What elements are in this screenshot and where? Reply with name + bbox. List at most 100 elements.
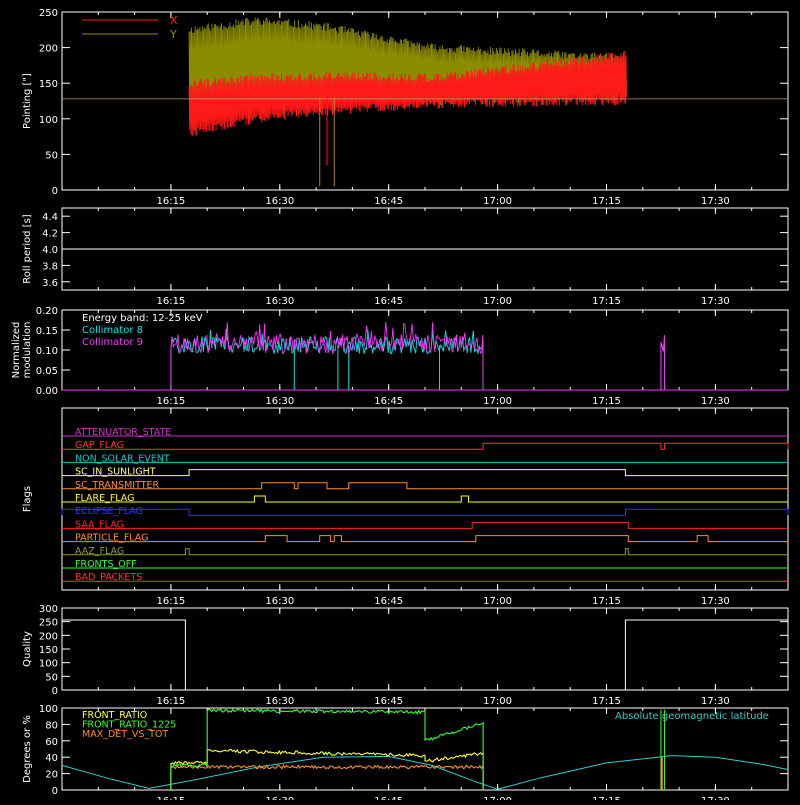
y-tick-label: 0 — [52, 186, 58, 197]
flag-trace-sc-transmitter — [62, 482, 788, 490]
panel-quality: 16:15 16:30 16:45 17:00 17:15 17:30 0 50 100 150 2… — [22, 604, 789, 707]
x-tick-label: 17:15 — [592, 396, 621, 407]
flag-trace-gap-flag — [62, 442, 789, 450]
flag-label-particle-flag: PARTICLE_FLAG — [75, 533, 148, 544]
flag-label-fronts-off: FRONTS_OFF — [75, 559, 137, 570]
x-tick-label: 16:15 — [156, 196, 185, 207]
flag-trace-eclipse-flag — [61, 508, 789, 516]
geomagnetic-latitude-label: Absolute geomagnetic latitude — [615, 711, 769, 722]
series-front-ratio — [170, 748, 484, 790]
energy-band-annotation: Energy band: 12-25 keV — [82, 313, 203, 324]
x-tick-label: 16:45 — [374, 796, 403, 800]
x-tick-label: 16:15 — [156, 296, 185, 307]
x-tick-label: 17:15 — [592, 296, 621, 307]
y-tick-label: 100 — [39, 115, 58, 126]
x-tick-label: 16:30 — [265, 396, 294, 407]
y-tick-label: 0.15 — [36, 326, 58, 337]
quicklook-svg: 16:15 16:30 16:45 17:00 17:15 17:30 0 50 100 150 2… — [11, 8, 789, 805]
y-tick-label: 20 — [45, 770, 58, 781]
y-tick-label: 150 — [39, 79, 58, 90]
y-tick-label: 0.10 — [36, 346, 58, 357]
x-tick-label: 17:15 — [592, 596, 621, 607]
series-collimator-9-segment — [660, 335, 666, 391]
x-tick-label: 17:15 — [592, 696, 621, 707]
y-tick-label: 50 — [45, 150, 58, 161]
flag-label-gap-flag: GAP_FLAG — [75, 440, 124, 451]
y-tick-label: 300 — [39, 604, 58, 615]
y-tick-label: 4.2 — [42, 229, 58, 240]
x-tick-label: 17:00 — [483, 796, 512, 800]
x-tick-label: 17:00 — [483, 296, 512, 307]
legend-label-x: X — [170, 14, 178, 27]
flag-trace-aaz-flag — [62, 548, 788, 556]
y-tick-label: 50 — [45, 672, 58, 683]
x-tick-label: 16:30 — [265, 696, 294, 707]
x-tick-label: 17:30 — [701, 196, 730, 207]
x-tick-label: 17:30 — [701, 296, 730, 307]
flag-trace-particle-flag — [62, 535, 788, 543]
y-tick-label: 3.8 — [42, 261, 58, 272]
x-tick-label: 17:00 — [483, 396, 512, 407]
x-tick-label: 16:15 — [156, 696, 185, 707]
series-max-det-vs-tot — [170, 764, 484, 790]
flag-label-non-solar-event: NON_SOLAR_EVENT — [75, 453, 170, 464]
legend-label-collimator-9: Collimator 9 — [82, 337, 143, 348]
y-tick-label: 150 — [39, 645, 58, 656]
legend-label-max-det-vs-tot: MAX_DET_VS_TOT — [82, 729, 168, 740]
x-tick-label: 17:30 — [701, 396, 730, 407]
y-tick-label: 3.6 — [42, 278, 58, 289]
panel-flags: 16:15 16:30 16:45 17:00 17:15 17:30 Flags ATTEN… — [22, 407, 789, 607]
series-front-ratio-1225 — [170, 707, 484, 790]
y-tick-label: 40 — [45, 753, 58, 764]
x-tick-label: 16:15 — [156, 396, 185, 407]
x-tick-label: 17:00 — [483, 196, 512, 207]
flag-trace-saa-flag — [62, 521, 788, 529]
flag-label-saa-flag: SAA_FLAG — [75, 519, 124, 530]
panel-ratios: 16:15 16:30 16:45 17:00 17:15 17:30 0 20 40 60 80 1… — [22, 704, 789, 805]
y-axis-label: Normalized — [11, 322, 22, 379]
x-tick-label: 17:00 — [483, 596, 512, 607]
y-tick-label: 0 — [52, 686, 58, 697]
panel-pointing: 16:15 16:30 16:45 17:00 17:15 17:30 0 50 100 150 2… — [22, 8, 789, 207]
x-tick-label: 16:30 — [265, 296, 294, 307]
y-axis-label: Roll period [s] — [22, 214, 33, 283]
rhessi-quicklook-stack: 16:15 16:30 16:45 17:00 17:15 17:30 0 50 100 150 2… — [0, 0, 800, 805]
x-tick-label: 16:15 — [156, 796, 185, 800]
x-tick-label: 17:15 — [592, 796, 621, 800]
x-tick-label: 17:30 — [701, 596, 730, 607]
y-tick-label: 100 — [39, 704, 58, 715]
x-tick-label: 17:30 — [701, 796, 730, 800]
x-tick-label: 16:45 — [374, 596, 403, 607]
y-axis-label: Degrees or % — [22, 715, 33, 783]
x-tick-label: 16:45 — [374, 196, 403, 207]
x-tick-label: 16:45 — [374, 296, 403, 307]
flag-label-sc-in-sunlight: SC_IN_SUNLIGHT — [75, 467, 156, 478]
y-tick-label: 250 — [39, 618, 58, 629]
flag-label-bad-packets: BAD_PACKETS — [75, 572, 142, 583]
y-tick-label: 4.4 — [42, 212, 58, 223]
x-tick-label: 16:45 — [374, 696, 403, 707]
x-tick-label: 16:45 — [374, 396, 403, 407]
flag-label-eclipse-flag: ECLIPSE_FLAG — [75, 506, 143, 517]
x-tick-label: 16:30 — [265, 796, 294, 800]
legend-label-collimator-8: Collimator 8 — [82, 325, 143, 336]
quality-trace — [62, 619, 788, 691]
x-tick-label: 16:15 — [156, 596, 185, 607]
flag-label-sc-transmitter: SC_TRANSMITTER — [75, 480, 160, 491]
y-tick-label: 100 — [39, 659, 58, 670]
flag-trace-flare-flag — [62, 495, 788, 503]
y-axis-label: Pointing ["] — [22, 73, 33, 129]
x-tick-label: 17:15 — [592, 196, 621, 207]
pointing-legend: XY — [82, 14, 178, 41]
y-axis-label: Quality — [22, 631, 33, 667]
x-tick-label: 17:30 — [701, 696, 730, 707]
y-tick-label: 250 — [39, 8, 58, 19]
y-tick-label: 80 — [45, 720, 58, 731]
y-tick-label: 200 — [39, 631, 58, 642]
y-tick-label: 4.0 — [42, 245, 58, 256]
y-tick-label: 0.05 — [36, 366, 58, 377]
y-tick-label: 0.20 — [36, 306, 58, 317]
y-tick-label: 60 — [45, 737, 58, 748]
panel-modulation: 16:15 16:30 16:45 17:00 17:15 17:30 0.00 0.05 0.… — [11, 306, 789, 407]
flag-trace-sc-in-sunlight — [62, 469, 788, 477]
